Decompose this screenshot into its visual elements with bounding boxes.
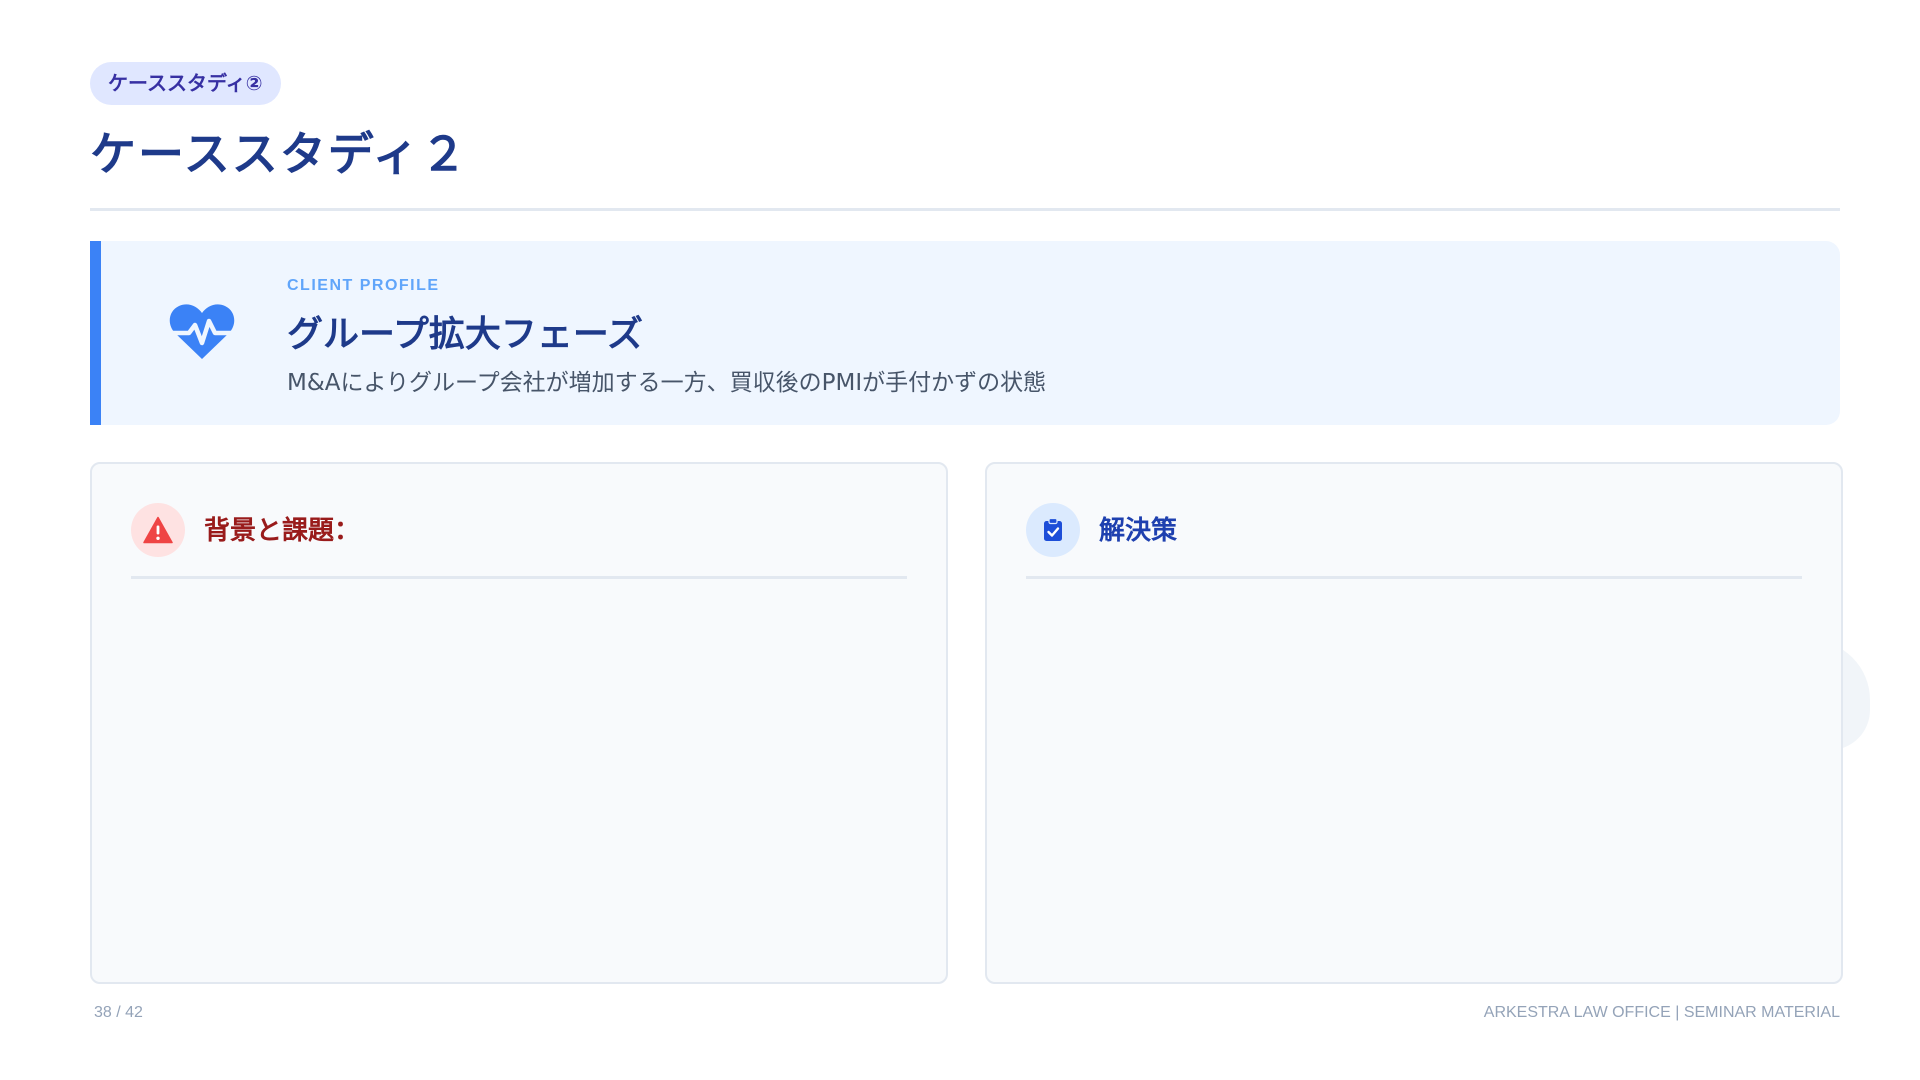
title-divider	[90, 208, 1840, 211]
solutions-panel: 解決策	[985, 462, 1843, 984]
challenges-divider	[131, 576, 907, 579]
client-profile-card: CLIENT PROFILE グループ拡大フェーズ M&Aによりグループ会社が増…	[90, 241, 1840, 425]
warning-icon	[131, 503, 185, 557]
section-badge: ケーススタディ②	[90, 62, 281, 105]
profile-title: グループ拡大フェーズ	[287, 314, 644, 355]
clipboard-check-icon	[1026, 503, 1080, 557]
profile-description: M&Aによりグループ会社が増加する一方、買収後のPMIが手付かずの状態	[287, 370, 1047, 396]
profile-label: CLIENT PROFILE	[287, 277, 440, 294]
challenges-title: 背景と課題：	[204, 516, 361, 546]
solutions-title: 解決策	[1099, 516, 1178, 546]
page-number: 38 / 42	[94, 1004, 143, 1021]
challenges-panel: 背景と課題：	[90, 462, 948, 984]
heartbeat-icon	[168, 303, 236, 361]
page-title: ケーススタディ２	[90, 127, 469, 181]
solutions-divider	[1026, 576, 1802, 579]
footer-organization: ARKESTRA LAW OFFICE | SEMINAR MATERIAL	[1483, 1004, 1840, 1021]
